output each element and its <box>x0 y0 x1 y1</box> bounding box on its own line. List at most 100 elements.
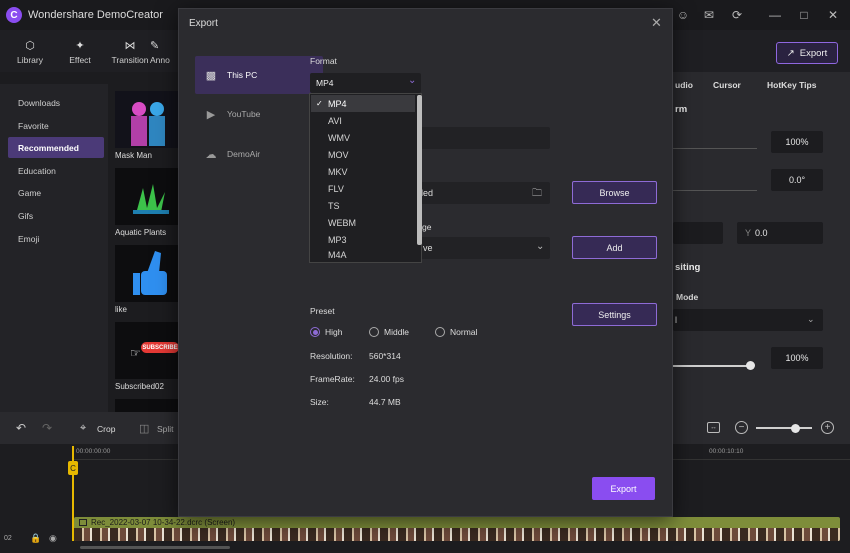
preset-normal[interactable]: Normal <box>435 327 477 337</box>
undo-icon[interactable]: ↶ <box>16 421 26 435</box>
thumbnail-aquatic-plants[interactable] <box>115 168 179 225</box>
resolution-label: Resolution: <box>310 351 353 361</box>
tab-audio[interactable]: udio <box>675 80 693 90</box>
format-option-label: WMV <box>328 132 350 143</box>
zoom-slider-track[interactable] <box>756 427 812 429</box>
thumbnail-label: Aquatic Plants <box>115 228 167 237</box>
chevron-down-icon[interactable]: ⌄ <box>408 75 416 86</box>
clip-label: Rec_2022-03-07 10-34-22.dcrc (Screen) <box>91 518 236 527</box>
toolbar-transition[interactable]: ⋈ Transition <box>105 34 155 70</box>
toolbar-annotation[interactable]: ✎ Anno <box>150 34 178 70</box>
rotate-slider-track[interactable] <box>673 190 757 191</box>
magic-wand-icon: ✦ <box>75 40 85 52</box>
sidebar-item-label: Gifs <box>18 210 34 221</box>
format-option-wmv[interactable]: WMV <box>311 129 415 146</box>
thumbnail-like[interactable] <box>115 245 179 302</box>
fit-timeline-icon[interactable]: ↔ <box>707 422 720 433</box>
format-option-mov[interactable]: MOV <box>311 146 415 163</box>
close-icon[interactable]: ✕ <box>651 15 662 31</box>
opacity-slider-handle[interactable] <box>746 361 755 370</box>
export-dialog: Export ✕ ▩ This PC ▶ YouTube ☁ DemoAir Form… <box>178 8 673 517</box>
format-option-mkv[interactable]: MKV <box>311 163 415 180</box>
preset-middle[interactable]: Middle <box>369 327 409 337</box>
format-option-webm[interactable]: WEBM <box>311 214 415 231</box>
settings-button[interactable]: Settings <box>572 303 657 326</box>
preset-high[interactable]: High <box>310 327 342 337</box>
crop-button[interactable]: Crop <box>97 424 115 434</box>
mail-icon[interactable]: ✉ <box>700 6 718 24</box>
app-logo: C <box>6 7 22 23</box>
track-number: 02 <box>4 535 12 542</box>
aquatic-plants-figure <box>133 184 169 214</box>
redo-icon[interactable]: ↷ <box>42 421 52 435</box>
format-option-avi[interactable]: AVI <box>311 112 415 129</box>
format-option-ts[interactable]: TS <box>311 197 415 214</box>
export-button[interactable]: Export <box>592 477 655 500</box>
lock-icon[interactable]: 🔒 <box>30 533 41 544</box>
thumbnail-mask-man[interactable] <box>115 91 179 148</box>
checkmark-icon: ✓ <box>316 99 323 108</box>
format-option-mp3[interactable]: MP3 <box>311 231 415 248</box>
opacity-field[interactable]: 100% <box>771 347 823 369</box>
folder-icon[interactable]: 🗀 <box>532 186 542 203</box>
x-field[interactable] <box>673 222 723 244</box>
close-window-icon[interactable]: ✕ <box>824 6 842 24</box>
zoom-in-icon[interactable]: + <box>821 421 834 434</box>
y-field[interactable]: Y 0.0 <box>737 222 823 244</box>
destination-this-pc[interactable]: ▩ This PC <box>195 56 323 94</box>
format-option-label: FLV <box>328 183 344 194</box>
zoom-slider-handle[interactable] <box>791 424 800 433</box>
radio-middle[interactable] <box>369 327 379 337</box>
radio-high[interactable] <box>310 327 320 337</box>
toolbar-label: Transition <box>111 55 149 65</box>
destination-youtube[interactable]: ▶ YouTube <box>195 95 323 133</box>
destination-demoair[interactable]: ☁ DemoAir <box>195 135 323 173</box>
scale-field[interactable]: 100% <box>771 131 823 153</box>
format-option-mp4[interactable]: ✓ MP4 <box>311 95 415 112</box>
toolbar-library[interactable]: ⬡ Library <box>5 34 55 70</box>
destination-label: DemoAir <box>227 149 261 159</box>
account-icon[interactable]: ☺ <box>674 6 692 24</box>
maximize-icon[interactable]: □ <box>795 6 813 24</box>
playhead-handle[interactable]: C <box>68 461 78 475</box>
browse-button[interactable]: Browse <box>572 181 657 204</box>
sidebar-item-emoji[interactable]: Emoji <box>8 228 104 249</box>
sidebar-item-gifs[interactable]: Gifs <box>8 205 104 226</box>
sidebar-item-recommended[interactable]: Recommended <box>8 137 104 158</box>
format-option-m4a[interactable]: M4A <box>311 248 415 262</box>
resolution-value: 560*314 <box>369 351 401 361</box>
scale-slider-track[interactable] <box>673 148 757 149</box>
zoom-out-icon[interactable]: − <box>735 421 748 434</box>
format-select[interactable]: MP4 <box>310 73 421 93</box>
radio-normal[interactable] <box>435 327 445 337</box>
add-button[interactable]: Add <box>572 236 657 259</box>
crop-icon[interactable]: ⌖ <box>80 422 86 435</box>
rotate-field[interactable]: 0.0° <box>771 169 823 191</box>
sidebar-item-label: Recommended <box>18 142 79 153</box>
split-icon[interactable]: ◫ <box>139 422 149 435</box>
sidebar-item-label: Game <box>18 187 42 198</box>
sidebar-item-game[interactable]: Game <box>8 182 104 203</box>
size-value: 44.7 MB <box>369 397 401 407</box>
sidebar-item-education[interactable]: Education <box>8 160 104 181</box>
dropdown-scrollbar[interactable] <box>417 95 422 245</box>
export-top-button[interactable]: ↗ Export <box>776 42 838 64</box>
tab-cursor[interactable]: Cursor <box>713 80 741 90</box>
app-title: Wondershare DemoCreator <box>28 9 163 21</box>
tab-hotkey-tips[interactable]: HotKey Tips <box>767 80 816 90</box>
thumbnail-partial[interactable] <box>115 399 179 412</box>
visibility-eye-icon[interactable]: ◉ <box>49 533 57 544</box>
thumbnail-subscribed02[interactable]: SUBSCRIBE ☞ <box>115 322 179 379</box>
timeline-clip[interactable]: Rec_2022-03-07 10-34-22.dcrc (Screen) <box>74 517 840 541</box>
minimize-icon[interactable]: — <box>766 6 784 24</box>
sidebar-item-downloads[interactable]: Downloads <box>8 92 104 113</box>
timeline-scrollbar[interactable] <box>80 546 230 549</box>
toolbar-effect[interactable]: ✦ Effect <box>55 34 105 70</box>
format-option-flv[interactable]: FLV <box>311 180 415 197</box>
opacity-slider-track[interactable] <box>673 365 750 367</box>
sidebar-item-favorite[interactable]: Favorite <box>8 115 104 136</box>
blend-mode-select[interactable]: l ⌄ <box>673 309 823 331</box>
split-button[interactable]: Split <box>157 424 174 434</box>
support-icon[interactable]: ⟳ <box>728 6 746 24</box>
computer-icon: ▩ <box>205 69 217 82</box>
